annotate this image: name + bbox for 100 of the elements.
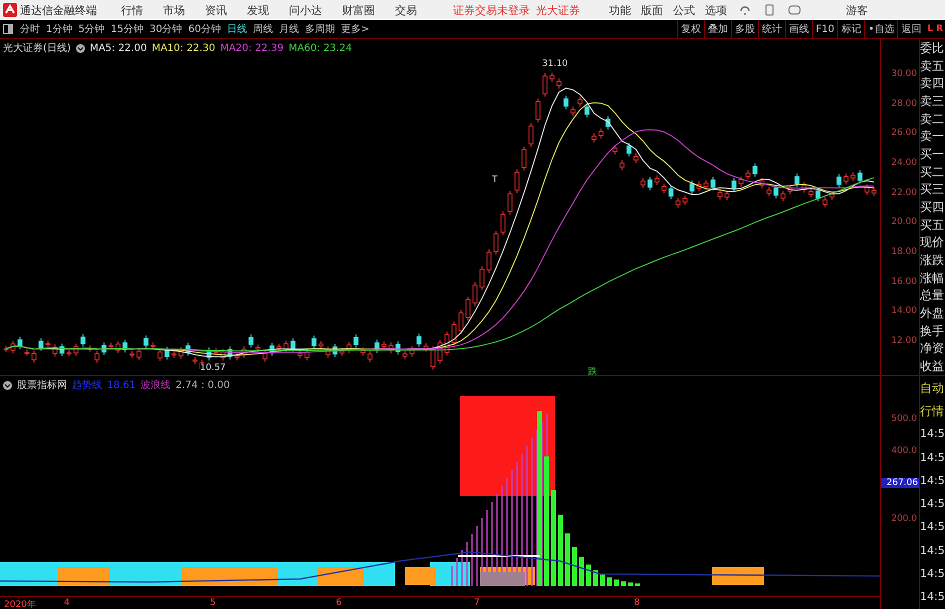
period-tab[interactable]: 日线	[224, 22, 250, 36]
menu-item[interactable]: 问小达	[279, 2, 332, 18]
quote-field-label: 买一	[920, 146, 945, 161]
price-axis-label: 16.00	[891, 276, 917, 287]
menu-item[interactable]: 财富圈	[332, 2, 385, 18]
indicator-bar	[476, 526, 478, 586]
period-tab[interactable]: 周线	[250, 22, 276, 36]
period-tab[interactable]: 多周期	[302, 22, 338, 36]
price-axis-label: 24.00	[891, 158, 917, 168]
quote-field-label: 买五	[920, 218, 945, 232]
quote-field-label: 委比	[920, 40, 945, 55]
tool-menu-item[interactable]: 版面	[636, 2, 668, 18]
current-value-label: 267.06	[881, 478, 919, 488]
price-axis-label: 26.00	[891, 128, 917, 138]
indicator-value: 2.74 : 0.00	[176, 380, 230, 390]
dropdown-icon[interactable]	[76, 44, 85, 52]
period-tab[interactable]: 分时	[17, 22, 43, 36]
trade-time: 14:5	[920, 474, 945, 488]
price-axis-label: 28.00	[891, 98, 917, 109]
period-tab[interactable]: 30分钟	[146, 22, 186, 36]
trade-time: 14:5	[920, 427, 945, 442]
quote-field-label: 卖五	[920, 58, 945, 72]
tool-menu-item[interactable]: 功能	[604, 2, 636, 18]
toolbar-button[interactable]: 叠加	[704, 20, 731, 38]
chart-mark: 跌	[588, 366, 597, 378]
period-tab[interactable]: 60分钟	[185, 22, 224, 36]
toolbar-button[interactable]: 多股	[730, 20, 758, 38]
message-icon[interactable]	[788, 5, 801, 15]
quote-field-label: 现价	[920, 235, 945, 250]
chart-mark: T	[492, 175, 498, 185]
menu-item[interactable]: 资讯	[195, 2, 237, 18]
headset-icon[interactable]	[739, 4, 751, 16]
trade-time: 14:5	[920, 497, 945, 512]
indicator-block	[318, 567, 363, 585]
indicator-bar	[579, 557, 584, 586]
toolbar-button[interactable]: 复权	[676, 20, 704, 38]
indicator-axis-label: 200.0	[891, 514, 917, 524]
indicator-block	[712, 567, 764, 585]
indicator-bar	[471, 534, 473, 586]
tool-menu-item[interactable]: 选项	[700, 2, 732, 18]
indicator-bar	[635, 583, 640, 586]
period-tab[interactable]: 5分钟	[75, 22, 108, 36]
period-tab[interactable]: 1分钟	[43, 22, 76, 36]
quote-field-label: 净资	[920, 341, 945, 356]
period-tab[interactable]: 15分钟	[108, 22, 146, 36]
phone-icon[interactable]	[765, 4, 774, 16]
price-axis-label: 22.00	[891, 188, 917, 198]
moving-average-value: MA60: 23.24	[288, 42, 352, 54]
price-axis-label: 14.00	[891, 306, 917, 316]
toolbar-button[interactable]: 标记	[837, 20, 864, 38]
trade-time: 14:5	[920, 567, 945, 582]
date-axis-label: 5	[210, 598, 216, 608]
quote-field-label: 卖三	[920, 94, 945, 108]
quote-field-label: 买三	[920, 182, 945, 196]
quote-field-label: 涨跌	[920, 252, 945, 267]
toolbar-button[interactable]: F10	[812, 20, 838, 38]
quote-field-label: 卖四	[920, 76, 945, 90]
auto-quote-label[interactable]: 自动	[920, 380, 945, 395]
price-axis-label: 20.00	[891, 217, 917, 228]
indicator-bar	[466, 542, 468, 586]
toolbar-button[interactable]: •自选	[864, 20, 898, 38]
indicator-bar	[607, 577, 612, 586]
indicator-bar	[586, 564, 591, 586]
period-tab[interactable]: 月线	[276, 22, 302, 36]
indicator-bar	[558, 514, 563, 586]
window-icon[interactable]	[3, 24, 13, 34]
menu-item[interactable]: 市场	[153, 2, 195, 18]
indicator-bar	[614, 580, 619, 586]
toolbar-button[interactable]: 画线	[784, 20, 812, 38]
indicator-bar	[593, 570, 598, 586]
menu-item[interactable]: 发现	[237, 2, 279, 18]
dropdown-icon[interactable]	[3, 380, 12, 390]
indicator-value: 趋势线	[72, 378, 102, 392]
trade-time: 14:5	[920, 520, 945, 534]
indicator-bar	[565, 533, 570, 586]
broker-name: 光大证券	[536, 2, 580, 18]
trade-time: 14:5	[920, 450, 945, 465]
menu-item[interactable]: 交易	[385, 2, 427, 18]
toolbar-button[interactable]: 统计	[758, 20, 785, 38]
tool-menu-item[interactable]: 公式	[668, 2, 700, 18]
date-axis-label: 4	[64, 598, 70, 608]
period-tab[interactable]: 更多>	[338, 22, 372, 36]
menu-item[interactable]: 行情	[111, 2, 153, 18]
quote-field-label: 换手	[920, 324, 945, 338]
quote-field-label: 买二	[920, 164, 945, 179]
indicator-axis-label: 400.0	[891, 446, 917, 456]
indicator-block	[480, 572, 525, 586]
toolbar-button[interactable]: 返回	[897, 20, 924, 38]
indicator-block	[58, 567, 110, 585]
indicator-bar	[451, 566, 453, 586]
quote-field-label: 涨幅	[920, 270, 945, 285]
quote-field-label: 外盘	[920, 306, 945, 320]
quote-field-label: 总量	[920, 288, 945, 302]
quote-field-label: 卖二	[920, 112, 945, 126]
trade-time: 14:5	[920, 544, 945, 558]
user-name[interactable]: 游客	[846, 2, 868, 18]
low-price-label: 10.57	[200, 363, 226, 373]
auto-quote-label[interactable]: 行情	[920, 404, 945, 418]
logo-icon	[3, 3, 17, 17]
indicator-value: 18.61	[107, 380, 136, 390]
